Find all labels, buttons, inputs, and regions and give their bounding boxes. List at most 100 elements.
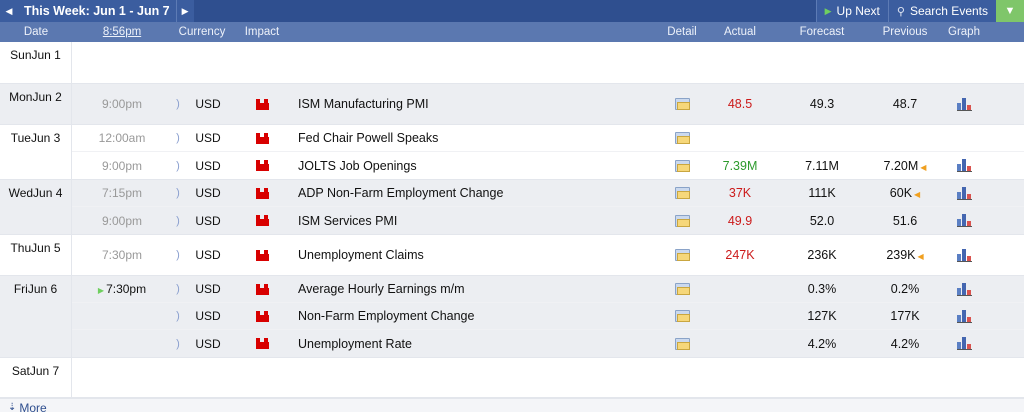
event-currency: USD xyxy=(195,336,221,351)
actual-value: 247K xyxy=(725,248,755,262)
bar-chart-icon[interactable] xyxy=(956,159,972,172)
bar-chart-icon[interactable] xyxy=(956,248,972,262)
sound-alert-icon[interactable]: ) xyxy=(172,98,184,110)
folder-icon[interactable] xyxy=(674,337,690,350)
event-title[interactable]: Unemployment Claims xyxy=(292,248,662,262)
impact-cell xyxy=(232,249,292,261)
sound-alert-icon[interactable]: ) xyxy=(172,338,184,350)
day-label: Sun Jun 1 xyxy=(0,42,72,83)
graph-cell xyxy=(944,309,984,323)
more-link[interactable]: ⇣ More xyxy=(0,398,1024,412)
day-date: Jun 7 xyxy=(29,364,60,378)
impact-cell xyxy=(232,215,292,226)
event-time: 9:00pm xyxy=(72,214,172,228)
day-label: Fri Jun 6 xyxy=(0,276,72,357)
play-icon: ▶ xyxy=(824,5,832,16)
event-row[interactable]: ) USD Non-Farm Employment Change 127K 177K xyxy=(72,303,1024,330)
calendar-body: Sun Jun 1 Mon Jun 2 9:00pm) USD ISM Manufactur… xyxy=(0,42,1024,398)
sound-alert-icon[interactable]: ) xyxy=(172,160,184,172)
event-row[interactable]: 9:00pm) USD ISM Manufacturing PMI 48.5 49.3 4… xyxy=(72,84,1024,124)
event-rows: 12:00am) USD Fed Chair Powell Speaks 9:00pm… xyxy=(72,125,1024,179)
sound-alert-icon[interactable]: ) xyxy=(172,249,184,261)
event-row[interactable]: ) USD Unemployment Rate 4.2% 4.2% xyxy=(72,330,1024,357)
actual-value: 37K xyxy=(728,186,752,200)
graph-cell xyxy=(944,214,984,227)
previous-value-text: 48.7 xyxy=(892,97,918,111)
event-title[interactable]: JOLTS Job Openings xyxy=(292,159,662,173)
week-title[interactable]: This Week: Jun 1 - Jun 7 xyxy=(18,0,176,22)
sound-alert-icon[interactable]: ) xyxy=(172,283,184,295)
day-label: Tue Jun 3 xyxy=(0,125,72,179)
sound-alert-icon[interactable]: ) xyxy=(172,187,184,199)
day-of-week: Mon xyxy=(9,90,33,104)
event-time-text: 12:00am xyxy=(98,131,146,145)
col-time-link[interactable]: 8:56pm xyxy=(72,26,172,38)
revised-marker-icon: ◀ xyxy=(914,190,921,199)
day-of-week: Wed xyxy=(8,186,34,200)
day-date: Jun 1 xyxy=(31,48,61,62)
filter-icon: ▼ xyxy=(1004,5,1016,17)
bar-chart-icon[interactable] xyxy=(956,214,972,227)
bar-chart-icon[interactable] xyxy=(956,186,972,200)
event-row[interactable]: 12:00am) USD Fed Chair Powell Speaks xyxy=(72,125,1024,152)
previous-week-button[interactable]: ◀ xyxy=(0,0,18,22)
sound-alert-icon[interactable]: ) xyxy=(172,310,184,322)
event-title[interactable]: Average Hourly Earnings m/m xyxy=(292,282,662,296)
next-week-button[interactable]: ▶ xyxy=(175,0,194,22)
up-next-marker-icon: ▶ xyxy=(97,286,105,295)
bar-chart-icon[interactable] xyxy=(956,282,972,296)
bar-chart-icon[interactable] xyxy=(956,309,972,323)
event-row[interactable]: 7:30pm) USD Unemployment Claims 247K 236K 239… xyxy=(72,235,1024,275)
detail-cell xyxy=(662,283,702,295)
event-currency: USD xyxy=(195,282,221,296)
event-time-text: 7:15pm xyxy=(101,186,143,200)
filter-button[interactable]: ▼ xyxy=(996,0,1024,22)
folder-icon[interactable] xyxy=(674,159,690,172)
revised-marker-icon: ◀ xyxy=(920,162,927,172)
day-of-week: Tue xyxy=(10,131,31,145)
column-header: Date 8:56pm Currency Impact Detail Actua… xyxy=(0,22,1024,42)
sound-alert-icon[interactable]: ) xyxy=(172,215,184,227)
event-title[interactable]: ISM Manufacturing PMI xyxy=(292,97,662,111)
forecast-value: 127K xyxy=(807,309,837,323)
event-time-text: 7:30pm xyxy=(101,248,143,262)
detail-cell xyxy=(662,214,702,227)
forecast-value: 4.2% xyxy=(807,336,837,351)
event-row[interactable]: 7:15pm) USD ADP Non-Farm Employment Change… xyxy=(72,180,1024,207)
impact-cell xyxy=(232,98,292,110)
folder-icon[interactable] xyxy=(674,214,690,227)
day-date: Jun 5 xyxy=(31,241,61,255)
sound-alert-icon[interactable]: ) xyxy=(172,132,184,144)
actual-value: 48.5 xyxy=(727,97,753,111)
folder-icon[interactable] xyxy=(674,249,690,261)
event-title[interactable]: Unemployment Rate xyxy=(292,337,662,351)
forecast-value: 0.3% xyxy=(807,282,837,296)
folder-icon[interactable] xyxy=(674,187,690,199)
up-next-label: Up Next xyxy=(836,4,880,18)
bar-chart-icon[interactable] xyxy=(956,97,972,111)
folder-icon[interactable] xyxy=(674,283,690,295)
col-forecast: Forecast xyxy=(799,26,845,38)
event-time-text: 9:00pm xyxy=(101,158,143,173)
previous-value-text: 7.20M xyxy=(883,158,919,173)
event-row[interactable]: ▶ 7:30pm) USD Average Hourly Earnings m/m 0.… xyxy=(72,276,1024,303)
event-title[interactable]: Fed Chair Powell Speaks xyxy=(292,131,662,145)
event-title[interactable]: ISM Services PMI xyxy=(292,214,662,228)
graph-cell xyxy=(944,248,984,262)
col-date: Date xyxy=(23,26,49,38)
event-currency: USD xyxy=(195,248,221,262)
event-row[interactable]: 9:00pm) USD JOLTS Job Openings 7.39M 7.11M 7.… xyxy=(72,152,1024,179)
high-impact-icon xyxy=(255,160,269,171)
day-label: Thu Jun 5 xyxy=(0,235,72,275)
event-time: ▶ 7:30pm xyxy=(72,282,172,296)
col-detail: Detail xyxy=(667,26,697,38)
bar-chart-icon[interactable] xyxy=(956,337,972,350)
event-title[interactable]: Non-Farm Employment Change xyxy=(292,309,662,323)
event-row[interactable]: 9:00pm) USD ISM Services PMI 49.9 52.0 51.6 xyxy=(72,207,1024,234)
folder-icon[interactable] xyxy=(674,98,690,110)
search-events-button[interactable]: ⚲ Search Events xyxy=(887,0,996,22)
folder-icon[interactable] xyxy=(674,310,690,322)
event-title[interactable]: ADP Non-Farm Employment Change xyxy=(292,186,662,200)
folder-icon[interactable] xyxy=(674,132,690,144)
up-next-button[interactable]: ▶ Up Next xyxy=(815,0,888,22)
